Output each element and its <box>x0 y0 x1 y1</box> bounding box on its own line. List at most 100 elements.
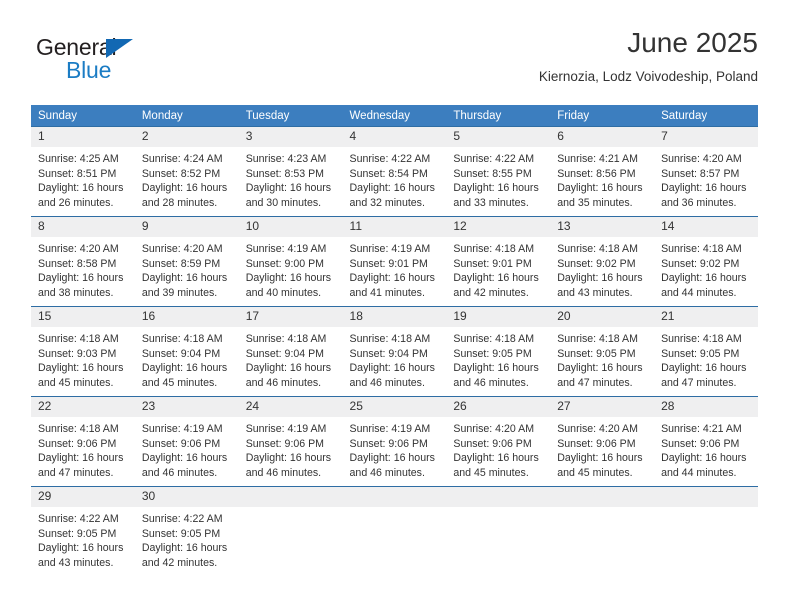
day-number: 24 <box>238 397 343 417</box>
day-number: 16 <box>134 307 239 327</box>
sunset-text: Sunset: 9:02 PM <box>661 257 740 270</box>
sunset-text: Sunset: 8:53 PM <box>245 167 325 180</box>
sunrise-text: Sunrise: 4:18 AM <box>349 333 431 345</box>
day-number: 27 <box>550 397 655 417</box>
day-details: Sunrise: 4:18 AM Sunset: 9:02 PM Daylight:… <box>654 237 758 300</box>
sunset-text: Sunset: 9:04 PM <box>349 347 428 360</box>
sunset-text: Sunset: 9:06 PM <box>557 437 636 450</box>
day-details: Sunrise: 4:18 AM Sunset: 9:04 PM Daylight:… <box>135 327 239 390</box>
sunrise-text: Sunrise: 4:18 AM <box>38 333 119 345</box>
day-details: Sunrise: 4:21 AM Sunset: 8:56 PM Daylight:… <box>550 147 654 210</box>
daylight-text: Daylight: 16 hours and 47 minutes. <box>661 362 747 389</box>
day-cell[interactable]: 30 Sunrise: 4:22 AM Sunset: 9:05 PM Dayligh… <box>134 486 239 577</box>
sunrise-text: Sunrise: 4:18 AM <box>557 333 638 345</box>
page-title: June 2025 <box>627 27 758 58</box>
daylight-text: Daylight: 16 hours and 26 minutes. <box>38 182 124 209</box>
day-cell[interactable]: 12 Sunrise: 4:18 AM Sunset: 9:01 PM Dayligh… <box>446 216 551 307</box>
day-number: 26 <box>446 397 551 417</box>
day-number: 21 <box>654 307 758 327</box>
day-details: Sunrise: 4:24 AM Sunset: 8:52 PM Daylight:… <box>135 147 239 210</box>
day-number <box>550 487 655 507</box>
triangle-icon <box>106 39 133 58</box>
day-cell[interactable]: 21 Sunrise: 4:18 AM Sunset: 9:05 PM Dayligh… <box>654 306 758 397</box>
day-cell[interactable]: 29 Sunrise: 4:22 AM Sunset: 9:05 PM Dayligh… <box>31 486 135 577</box>
day-details: Sunrise: 4:20 AM Sunset: 9:06 PM Daylight:… <box>446 417 550 480</box>
day-number <box>654 487 758 507</box>
day-number: 25 <box>342 397 447 417</box>
sunrise-text: Sunrise: 4:19 AM <box>245 423 327 435</box>
day-cell[interactable]: 7 Sunrise: 4:20 AM Sunset: 8:57 PM Daylight… <box>654 126 758 217</box>
sunrise-text: Sunrise: 4:23 AM <box>245 153 327 165</box>
day-details: Sunrise: 4:23 AM Sunset: 8:53 PM Daylight:… <box>239 147 343 210</box>
day-cell[interactable]: 10 Sunrise: 4:19 AM Sunset: 9:00 PM Dayligh… <box>238 216 343 307</box>
day-cell[interactable]: 2 Sunrise: 4:24 AM Sunset: 8:52 PM Daylight… <box>134 126 239 217</box>
day-cell[interactable]: 18 Sunrise: 4:18 AM Sunset: 9:04 PM Dayligh… <box>342 306 447 397</box>
day-cell[interactable]: 1 Sunrise: 4:25 AM Sunset: 8:51 PM Daylight… <box>31 126 135 217</box>
sunrise-text: Sunrise: 4:19 AM <box>349 423 431 435</box>
day-cell[interactable]: 11 Sunrise: 4:19 AM Sunset: 9:01 PM Dayligh… <box>342 216 447 307</box>
sunset-text: Sunset: 9:05 PM <box>661 347 740 360</box>
sunrise-text: Sunrise: 4:20 AM <box>453 423 535 435</box>
day-cell[interactable]: 3 Sunrise: 4:23 AM Sunset: 8:53 PM Daylight… <box>238 126 343 217</box>
day-cell[interactable]: 5 Sunrise: 4:22 AM Sunset: 8:55 PM Daylight… <box>446 126 551 217</box>
sunset-text: Sunset: 9:05 PM <box>453 347 532 360</box>
day-cell[interactable]: 23 Sunrise: 4:19 AM Sunset: 9:06 PM Dayligh… <box>134 396 239 487</box>
day-cell[interactable]: 8 Sunrise: 4:20 AM Sunset: 8:58 PM Daylight… <box>31 216 135 307</box>
sunset-text: Sunset: 9:05 PM <box>38 527 117 540</box>
day-cell[interactable]: 16 Sunrise: 4:18 AM Sunset: 9:04 PM Dayligh… <box>134 306 239 397</box>
daylight-text: Daylight: 16 hours and 42 minutes. <box>141 542 228 569</box>
sunrise-text: Sunrise: 4:21 AM <box>661 423 742 435</box>
day-number: 23 <box>134 397 239 417</box>
day-details: Sunrise: 4:20 AM Sunset: 9:06 PM Daylight:… <box>550 417 654 480</box>
day-cell[interactable]: 15 Sunrise: 4:18 AM Sunset: 9:03 PM Dayligh… <box>31 306 135 397</box>
day-cell[interactable]: 6 Sunrise: 4:21 AM Sunset: 8:56 PM Daylight… <box>550 126 655 217</box>
daylight-text: Daylight: 16 hours and 47 minutes. <box>557 362 643 389</box>
day-cell[interactable]: 28 Sunrise: 4:21 AM Sunset: 9:06 PM Dayligh… <box>654 396 758 487</box>
sunrise-text: Sunrise: 4:22 AM <box>349 153 431 165</box>
sunset-text: Sunset: 9:04 PM <box>245 347 325 360</box>
day-number: 11 <box>342 217 447 237</box>
day-cell[interactable]: 14 Sunrise: 4:18 AM Sunset: 9:02 PM Dayligh… <box>654 216 758 307</box>
day-number: 15 <box>31 307 135 327</box>
day-details: Sunrise: 4:20 AM Sunset: 8:57 PM Daylight:… <box>654 147 758 210</box>
sunrise-text: Sunrise: 4:20 AM <box>557 423 638 435</box>
day-number: 3 <box>238 127 343 147</box>
day-number: 5 <box>446 127 551 147</box>
day-cell[interactable]: 17 Sunrise: 4:18 AM Sunset: 9:04 PM Dayligh… <box>238 306 343 397</box>
day-number: 18 <box>342 307 447 327</box>
day-cell[interactable]: 26 Sunrise: 4:20 AM Sunset: 9:06 PM Dayligh… <box>446 396 551 487</box>
daylight-text: Daylight: 16 hours and 41 minutes. <box>349 272 435 299</box>
day-details: Sunrise: 4:22 AM Sunset: 9:05 PM Daylight:… <box>31 507 135 570</box>
sunrise-text: Sunrise: 4:18 AM <box>453 333 535 345</box>
day-cell[interactable]: 4 Sunrise: 4:22 AM Sunset: 8:54 PM Daylight… <box>342 126 447 217</box>
day-cell[interactable]: 24 Sunrise: 4:19 AM Sunset: 9:06 PM Dayligh… <box>238 396 343 487</box>
day-cell-empty <box>550 486 655 577</box>
day-number: 13 <box>550 217 655 237</box>
day-cell-empty <box>654 486 758 577</box>
sunset-text: Sunset: 9:04 PM <box>141 347 221 360</box>
calendar-body: 1 Sunrise: 4:25 AM Sunset: 8:51 PM Daylight… <box>31 126 758 577</box>
day-number <box>238 487 343 507</box>
day-cell[interactable]: 20 Sunrise: 4:18 AM Sunset: 9:05 PM Dayligh… <box>550 306 655 397</box>
day-number: 14 <box>654 217 758 237</box>
day-cell[interactable]: 22 Sunrise: 4:18 AM Sunset: 9:06 PM Dayligh… <box>31 396 135 487</box>
day-details: Sunrise: 4:19 AM Sunset: 9:00 PM Daylight:… <box>239 237 343 300</box>
day-details: Sunrise: 4:18 AM Sunset: 9:05 PM Daylight:… <box>654 327 758 390</box>
day-details: Sunrise: 4:18 AM Sunset: 9:05 PM Daylight:… <box>550 327 654 390</box>
daylight-text: Daylight: 16 hours and 45 minutes. <box>557 452 643 479</box>
daylight-text: Daylight: 16 hours and 36 minutes. <box>661 182 747 209</box>
daylight-text: Daylight: 16 hours and 46 minutes. <box>141 452 228 479</box>
day-cell[interactable]: 9 Sunrise: 4:20 AM Sunset: 8:59 PM Daylight… <box>134 216 239 307</box>
sunset-text: Sunset: 8:56 PM <box>557 167 636 180</box>
generalblue-logo[interactable]: General Blue <box>36 34 216 90</box>
day-cell[interactable]: 27 Sunrise: 4:20 AM Sunset: 9:06 PM Dayligh… <box>550 396 655 487</box>
title-block: June 2025 Kiernozia, Lodz Voivodeship, P… <box>539 26 758 87</box>
day-cell[interactable]: 25 Sunrise: 4:19 AM Sunset: 9:06 PM Dayligh… <box>342 396 447 487</box>
day-cell[interactable]: 19 Sunrise: 4:18 AM Sunset: 9:05 PM Dayligh… <box>446 306 551 397</box>
day-cell[interactable]: 13 Sunrise: 4:18 AM Sunset: 9:02 PM Dayligh… <box>550 216 655 307</box>
sunrise-text: Sunrise: 4:18 AM <box>661 243 742 255</box>
sunset-text: Sunset: 9:01 PM <box>453 257 532 270</box>
sunrise-text: Sunrise: 4:18 AM <box>38 423 119 435</box>
sunset-text: Sunset: 9:06 PM <box>141 437 221 450</box>
week-row: 1 Sunrise: 4:25 AM Sunset: 8:51 PM Daylight… <box>31 126 758 217</box>
